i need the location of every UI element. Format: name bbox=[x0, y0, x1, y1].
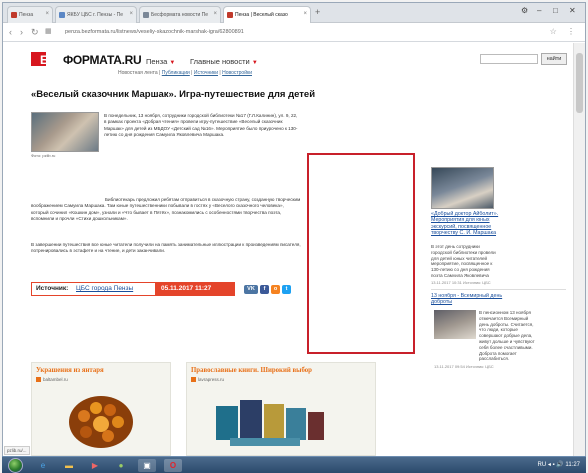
sidebar-link-2[interactable]: 13 ноября - Всемирный день доброты bbox=[431, 293, 519, 307]
source-link[interactable]: ЦБС города Пензы bbox=[76, 285, 133, 292]
tab-3[interactable]: Бесформата новости Пе × bbox=[139, 6, 221, 23]
favicon-icon bbox=[11, 12, 17, 18]
tab-4-active[interactable]: Пенза | Веселый сказо × bbox=[223, 6, 311, 23]
bookmark-icon[interactable]: ☆ ⋮ bbox=[550, 27, 579, 36]
share-ok-icon[interactable]: o bbox=[271, 285, 280, 294]
sidebar-text-2: В пенсионном 13 ноября отмечается Всемир… bbox=[479, 310, 535, 362]
logo-part-a: БЕЗ bbox=[40, 53, 63, 67]
article-photo[interactable] bbox=[31, 112, 99, 152]
chevron-down-icon: ▼ bbox=[169, 60, 176, 66]
minimize-icon[interactable]: – bbox=[537, 6, 541, 15]
start-button[interactable] bbox=[8, 458, 23, 473]
vertical-scrollbar[interactable] bbox=[573, 43, 585, 459]
favicon-icon bbox=[36, 377, 41, 383]
opera-icon[interactable]: O bbox=[164, 459, 182, 472]
new-tab-icon[interactable]: + bbox=[315, 7, 320, 17]
close-tab-icon[interactable]: × bbox=[129, 11, 133, 17]
url-field[interactable]: penza.bezformata.ru/listnews/veseliy-ska… bbox=[65, 27, 535, 38]
article-paragraph-3: В завершении путешествия все юные читате… bbox=[31, 242, 301, 254]
article-paragraph-2: Библиотекарь предложил ребятам отправить… bbox=[31, 197, 301, 222]
close-window-icon[interactable]: ✕ bbox=[569, 6, 576, 15]
article-paragraph-1: В понедельник, 13 ноября, сотрудники гор… bbox=[104, 113, 298, 138]
books-image bbox=[216, 400, 324, 446]
maximize-icon[interactable]: □ bbox=[553, 6, 558, 15]
share-vk-icon[interactable]: VK bbox=[244, 285, 258, 294]
share-facebook-icon[interactable]: f bbox=[260, 285, 269, 294]
tab-label: Пенза bbox=[19, 12, 34, 18]
ad-card-amber-domain-text: baltambel.ru bbox=[43, 377, 68, 382]
tab-bar: Пенза × ЯКБУ ЦБС г. Пензы - Пе × Бесформ… bbox=[3, 3, 585, 23]
scrollbar-thumb[interactable] bbox=[576, 53, 583, 113]
favicon-icon bbox=[227, 12, 233, 18]
nav-main-label: Главные новости bbox=[190, 57, 250, 66]
source-label: Источник: bbox=[36, 285, 69, 292]
sidebar-photo-1[interactable] bbox=[431, 167, 494, 209]
subnav-link-publications[interactable]: Публикации bbox=[162, 70, 190, 76]
favicon-icon bbox=[143, 12, 149, 18]
os-taskbar: e ▬ ▶ ● ▣ O RU ◂ ▪ 🔊 11:27 bbox=[2, 456, 586, 473]
back-icon[interactable]: ‹ bbox=[9, 27, 12, 37]
tab-2[interactable]: ЯКБУ ЦБС г. Пензы - Пе × bbox=[55, 6, 137, 23]
article-title: «Веселый сказочник Маршак». Игра-путешес… bbox=[31, 89, 316, 100]
amber-jewelry-image bbox=[69, 396, 133, 448]
favicon-icon bbox=[191, 377, 196, 383]
forward-icon[interactable]: › bbox=[20, 27, 23, 37]
search-input[interactable] bbox=[480, 54, 538, 64]
sidebar-divider bbox=[431, 289, 566, 290]
ad-card-books-domain-text: lavrapress.ru bbox=[198, 377, 225, 382]
close-tab-icon[interactable]: × bbox=[45, 11, 49, 17]
window-icon[interactable]: ▣ bbox=[138, 459, 156, 472]
tab-label: ЯКБУ ЦБС г. Пензы - Пе bbox=[67, 12, 124, 18]
folder-icon[interactable]: ▬ bbox=[60, 459, 78, 472]
system-tray[interactable]: RU ◂ ▪ 🔊 11:27 bbox=[537, 461, 580, 468]
ad-placeholder[interactable] bbox=[307, 153, 415, 354]
close-tab-icon[interactable]: × bbox=[303, 11, 307, 17]
tab-label: Бесформата новости Пе bbox=[151, 12, 209, 18]
ad-card-books-title[interactable]: Православные книги. Широкий выбор bbox=[191, 367, 312, 374]
chevron-down-icon: ▼ bbox=[251, 60, 258, 66]
subnav-prefix: Новостная лента bbox=[118, 70, 158, 76]
media-icon[interactable]: ▶ bbox=[86, 459, 104, 472]
apps-grid-icon[interactable]: ▦ bbox=[45, 27, 52, 35]
nav-city[interactable]: Пенза ▼ bbox=[146, 57, 175, 66]
sidebar-photo-2[interactable] bbox=[434, 310, 476, 339]
sidebar-link-1[interactable]: «Добрый доктор Айболит». Мероприятия для… bbox=[431, 211, 501, 243]
sidebar-text-1: В этот день сотрудники городской библиот… bbox=[431, 244, 496, 277]
ad-card-amber-domain: baltambel.ru bbox=[36, 377, 68, 383]
source-date: 05.11.2017 11:27 bbox=[155, 282, 235, 296]
favicon-icon bbox=[59, 12, 65, 18]
subnav-link-newbuilds[interactable]: Новостройки bbox=[222, 70, 252, 76]
share-twitter-icon[interactable]: t bbox=[282, 285, 291, 294]
sub-navigation: Новостная лента | Публикации | Источники… bbox=[118, 70, 252, 76]
tab-label: Пенза | Веселый сказо bbox=[235, 12, 288, 18]
settings-icon[interactable]: ⚙ bbox=[521, 6, 528, 15]
subnav-link-sources[interactable]: Источники bbox=[194, 70, 218, 76]
address-bar: ‹ › ↻ ▦ penza.bezformata.ru/listnews/ves… bbox=[3, 23, 585, 42]
globe-icon[interactable]: ● bbox=[112, 459, 130, 472]
sidebar-date-1: 13.11.2017 10:31 Источник: ЦБС bbox=[431, 280, 491, 285]
photo-caption: Фото: pzlib.ru bbox=[31, 153, 56, 158]
logo-part-b: ФОРМАТА.RU bbox=[62, 53, 142, 67]
ad-card-books-domain: lavrapress.ru bbox=[191, 377, 225, 383]
search-button[interactable]: найти bbox=[541, 53, 567, 65]
nav-main-news[interactable]: Главные новости ▼ bbox=[190, 57, 258, 66]
status-url: pzlib.ru/... bbox=[4, 446, 30, 455]
reload-icon[interactable]: ↻ bbox=[31, 27, 39, 38]
nav-city-label: Пенза bbox=[146, 57, 168, 66]
close-tab-icon[interactable]: × bbox=[213, 11, 217, 17]
ad-card-amber-title[interactable]: Украшения из янтаря bbox=[36, 367, 104, 374]
sidebar-date-2: 13.11.2017 09:54 Источник: ЦБС bbox=[434, 364, 494, 369]
ie-icon[interactable]: e bbox=[34, 459, 52, 472]
tab-1[interactable]: Пенза × bbox=[7, 6, 53, 23]
site-logo[interactable]: БЕЗФОРМАТА.RU bbox=[40, 53, 142, 67]
